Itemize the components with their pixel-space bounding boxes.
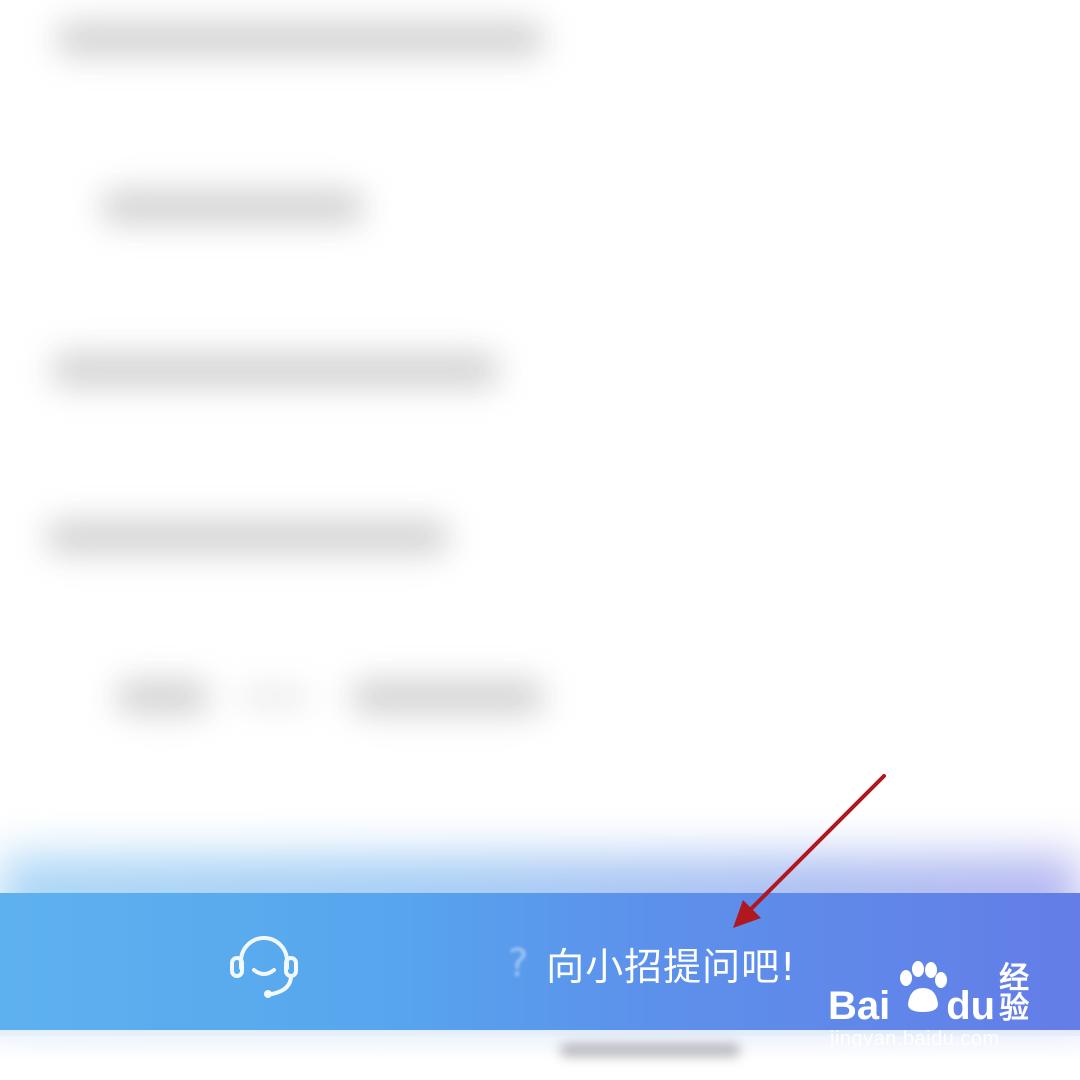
- baidu-jingyan-watermark: Bai du 经验 jingyan.baidu.com: [828, 960, 1038, 1060]
- blurred-list-item[interactable]: [50, 353, 500, 387]
- customer-service-button[interactable]: [222, 928, 306, 1004]
- blurred-list-item[interactable]: [350, 680, 545, 714]
- blurred-list-item[interactable]: [55, 22, 545, 56]
- blurred-list-item[interactable]: [115, 680, 210, 714]
- watermark-brand-right: 经验: [999, 961, 1030, 1026]
- ask-prompt-label: 向小招提问吧!: [546, 944, 797, 989]
- headset-icon: [230, 936, 298, 998]
- watermark-brand-mid: du: [946, 984, 996, 1028]
- blurred-list-item[interactable]: [45, 520, 450, 554]
- blurred-list-item[interactable]: [100, 190, 365, 224]
- ask-assistant-button[interactable]: ? 向小招提问吧!: [508, 928, 848, 998]
- screen: ? 向小招提问吧! Bai du 经验 jingyan.baidu.com: [0, 0, 1080, 1080]
- watermark-url: jingyan.baidu.com: [830, 1028, 1000, 1050]
- home-indicator: [560, 1044, 740, 1056]
- blurred-list-item-fragment: [240, 688, 310, 706]
- watermark-brand-left: Bai: [828, 984, 891, 1028]
- paw-icon: [900, 961, 947, 1012]
- ask-prompt-prefix: ?: [508, 941, 529, 985]
